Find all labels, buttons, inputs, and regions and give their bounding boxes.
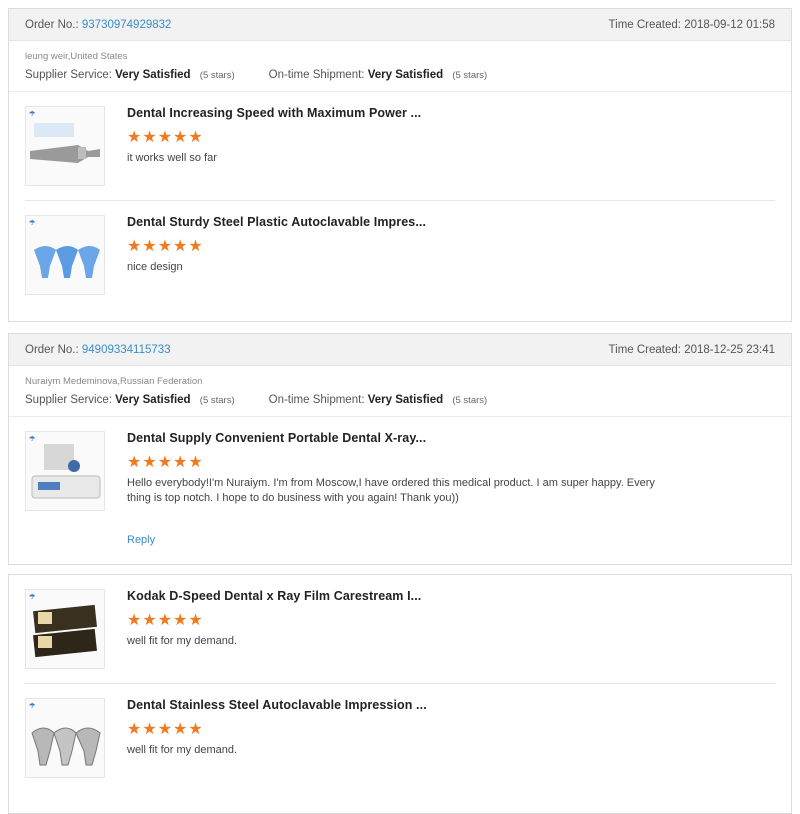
xray-film-image xyxy=(33,604,97,658)
buyer-name: leung weir,United States xyxy=(25,51,128,62)
review-comment: Hello everybody!I'm Nuraiym. I'm from Mo… xyxy=(127,477,655,504)
order-ratings: Supplier Service: Very Satisfied (5 star… xyxy=(25,69,775,81)
star-rating: ★★★★★ xyxy=(127,454,204,471)
product-title-link[interactable]: Kodak D-Speed Dental x Ray Film Carestre… xyxy=(127,589,421,603)
buyer-info: leung weir,United States Supplier Servic… xyxy=(9,41,791,92)
reply-link[interactable]: Reply xyxy=(127,534,155,546)
shop-logo-icon: ☂ xyxy=(29,594,36,601)
steel-tray-image xyxy=(31,727,101,766)
impression-tray-image xyxy=(34,246,100,278)
product-title-link[interactable]: Dental Supply Convenient Portable Dental… xyxy=(127,431,667,445)
order-header: Order No.: 94909334115733 Time Created: … xyxy=(9,334,791,366)
shop-logo-icon: ☂ xyxy=(29,220,36,227)
handpiece-image xyxy=(30,123,100,163)
product-thumbnail[interactable]: ☂ xyxy=(25,698,105,778)
review-item: ☂ Dental Stainless Steel Autoclavable Im… xyxy=(25,683,775,792)
shipment-value: Very Satisfied xyxy=(367,394,444,406)
product-title-link[interactable]: Dental Sturdy Steel Plastic Autoclavable… xyxy=(127,215,426,229)
review-item: ☂ Dental Increasing Speed with Maximum P… xyxy=(9,92,791,200)
shipment-label: On-time Shipment: xyxy=(268,394,365,406)
supplier-service-label: Supplier Service: xyxy=(25,69,112,81)
shop-logo-icon: ☂ xyxy=(29,703,36,710)
review-comment: it works well so far xyxy=(127,152,217,164)
order-ratings: Supplier Service: Very Satisfied (5 star… xyxy=(25,394,775,406)
order-header: Order No.: 93730974929832 Time Created: … xyxy=(9,9,791,41)
shop-logo-icon: ☂ xyxy=(29,436,36,443)
supplier-service-label: Supplier Service: xyxy=(25,394,112,406)
star-rating: ★★★★★ xyxy=(127,721,204,738)
order-label: Order No.: xyxy=(25,343,79,356)
order-label: Order No.: xyxy=(25,18,79,31)
shipment-stars-note: (5 stars) xyxy=(452,70,488,81)
supplier-service-value: Very Satisfied xyxy=(115,394,191,406)
time-created: 2018-12-25 23:41 xyxy=(684,343,775,356)
time-label: Time Created: xyxy=(608,18,681,31)
time-label: Time Created: xyxy=(608,343,681,356)
product-title-link[interactable]: Dental Stainless Steel Autoclavable Impr… xyxy=(127,698,427,712)
review-item: ☂ Kodak D-Speed Dental x Ray Film Carest… xyxy=(9,575,791,683)
order-number-link[interactable]: 94909334115733 xyxy=(82,344,171,356)
xray-unit-image xyxy=(31,444,101,499)
review-comment: well fit for my demand. xyxy=(127,744,238,756)
order-number-link[interactable]: 93730974929832 xyxy=(82,19,172,31)
product-thumbnail[interactable]: ☂ xyxy=(25,215,105,295)
review-comment: well fit for my demand. xyxy=(127,635,238,647)
order-card: Order No.: 94909334115733 Time Created: … xyxy=(8,333,792,565)
order-card: ☂ Kodak D-Speed Dental x Ray Film Carest… xyxy=(8,574,792,814)
time-created: 2018-09-12 01:58 xyxy=(684,18,775,31)
supplier-stars-note: (5 stars) xyxy=(199,395,235,406)
product-thumbnail[interactable]: ☂ xyxy=(25,589,105,669)
product-title-link[interactable]: Dental Increasing Speed with Maximum Pow… xyxy=(127,106,421,120)
shop-logo-icon: ☂ xyxy=(29,111,36,118)
shipment-value: Very Satisfied xyxy=(367,69,444,81)
star-rating: ★★★★★ xyxy=(127,129,204,146)
shipment-stars-note: (5 stars) xyxy=(452,395,488,406)
buyer-info: Nuraiym Medeminova,Russian Federation Su… xyxy=(9,366,791,417)
review-item: ☂ Dental Supply Convenient Portable Dent… xyxy=(9,417,791,560)
shipment-label: On-time Shipment: xyxy=(268,69,365,81)
buyer-name: Nuraiym Medeminova,Russian Federation xyxy=(25,376,203,387)
supplier-stars-note: (5 stars) xyxy=(199,70,235,81)
order-card: Order No.: 93730974929832 Time Created: … xyxy=(8,8,792,322)
product-thumbnail[interactable]: ☂ xyxy=(25,106,105,186)
star-rating: ★★★★★ xyxy=(127,612,204,629)
supplier-service-value: Very Satisfied xyxy=(115,69,191,81)
star-rating: ★★★★★ xyxy=(127,238,204,255)
review-item: ☂ Dental Sturdy Steel Plastic Autoclavab… xyxy=(25,200,775,309)
product-thumbnail[interactable]: ☂ xyxy=(25,431,105,511)
review-comment: nice design xyxy=(127,261,183,273)
